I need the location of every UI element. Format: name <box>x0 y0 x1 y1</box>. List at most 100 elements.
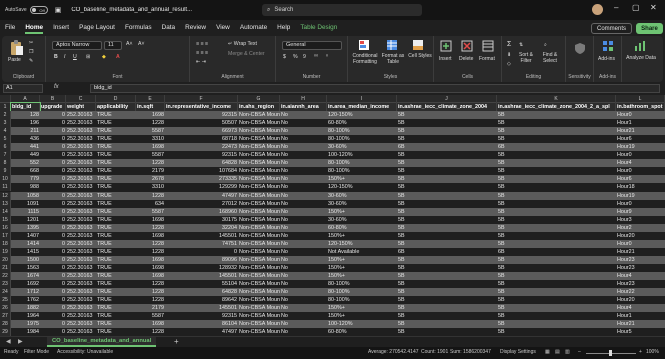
table-cell[interactable]: 120-150% <box>327 240 397 248</box>
table-cell[interactable]: 5B <box>397 127 497 135</box>
table-cell[interactable]: 441 <box>11 143 40 151</box>
column-title-cell[interactable]: in.ashrae_iecc_climate_zone_2004 <box>397 103 497 111</box>
table-cell[interactable]: 6B <box>497 248 616 256</box>
column-header[interactable]: K <box>497 95 616 103</box>
row-header[interactable]: 20 <box>0 255 11 264</box>
column-header[interactable]: C <box>66 95 96 103</box>
tab-home[interactable]: Home <box>20 20 48 36</box>
table-header-row[interactable]: 1 bldg_id upgrade weight applicability in.sqf… <box>0 102 665 112</box>
table-cell[interactable]: 252.30163 <box>66 296 96 304</box>
table-cell[interactable]: 5B <box>397 328 497 336</box>
table-cell[interactable]: TRUE <box>96 167 136 175</box>
table-cell[interactable]: 5B <box>497 216 616 224</box>
table-cell[interactable]: 150%+ <box>327 175 397 183</box>
table-cell[interactable]: 100-120% <box>327 151 397 159</box>
table-row[interactable]: 14 1115 0 252.30163 TRUE 5587 168960 Non-CBSA M… <box>0 207 665 216</box>
table-cell[interactable]: 252.30163 <box>66 256 96 264</box>
table-cell[interactable]: 252.30163 <box>66 127 96 135</box>
table-cell[interactable]: 0 <box>40 208 66 216</box>
align-top-icon[interactable]: ≡ ≡ ≡ <box>196 41 208 47</box>
table-cell[interactable]: 1228 <box>136 192 165 200</box>
table-cell[interactable]: 0 <box>165 248 238 256</box>
column-title-cell[interactable]: in.representative_income <box>165 103 238 111</box>
table-cell[interactable]: 5B <box>497 240 616 248</box>
table-cell[interactable]: 80-100% <box>327 288 397 296</box>
table-cell[interactable]: Non-CBSA Moun <box>238 304 280 312</box>
page-break-view-icon[interactable]: ▥ <box>565 349 570 355</box>
tab-data[interactable]: Data <box>157 20 181 36</box>
table-cell[interactable]: Hour20 <box>616 232 665 240</box>
table-cell[interactable]: No <box>280 240 327 248</box>
table-cell[interactable]: 30-60% <box>327 216 397 224</box>
table-cell[interactable]: TRUE <box>96 208 136 216</box>
table-row[interactable]: 11 988 0 252.30163 TRUE 3310 129299 Non-CBSA Mo… <box>0 183 665 192</box>
table-row[interactable]: 25 1762 0 252.30163 TRUE 1228 89642 Non-CBSA Mo… <box>0 296 665 305</box>
maximize-icon[interactable]: ▢ <box>632 3 640 12</box>
table-cell[interactable]: 5B <box>497 159 616 167</box>
table-cell[interactable]: 1712 <box>11 288 40 296</box>
table-cell[interactable]: 1228 <box>136 296 165 304</box>
column-header[interactable]: E <box>136 95 165 103</box>
table-cell[interactable]: Non-CBSA Moun <box>238 240 280 248</box>
table-cell[interactable]: TRUE <box>96 304 136 312</box>
column-title-cell[interactable]: bldg_id <box>10 102 41 112</box>
fill-icon[interactable]: ⬇ <box>507 52 511 58</box>
table-cell[interactable]: No <box>280 224 327 232</box>
row-header[interactable]: 8 <box>0 159 11 168</box>
table-cell[interactable]: TRUE <box>96 111 136 119</box>
borders-icon[interactable]: ⊞ <box>86 54 90 60</box>
table-cell[interactable]: No <box>280 159 327 167</box>
table-cell[interactable]: Non-CBSA Moun <box>238 151 280 159</box>
table-cell[interactable]: 0 <box>40 224 66 232</box>
table-row[interactable]: 26 1882 0 252.30163 TRUE 2179 145501 Non-CBSA M… <box>0 304 665 313</box>
table-cell[interactable]: TRUE <box>96 296 136 304</box>
table-row[interactable]: 19 1415 0 252.30163 TRUE 1228 0 Non-CBSA Moun No… <box>0 247 665 256</box>
table-cell[interactable]: 5B <box>397 272 497 280</box>
table-cell[interactable]: 252.30163 <box>66 200 96 208</box>
table-cell[interactable]: 27012 <box>165 200 238 208</box>
table-cell[interactable]: 5B <box>497 264 616 272</box>
table-cell[interactable]: 5B <box>397 264 497 272</box>
table-cell[interactable]: 1964 <box>11 312 40 320</box>
table-cell[interactable]: Hour4 <box>616 304 665 312</box>
column-title-cell[interactable]: in.area_median_income <box>327 103 397 111</box>
row-header[interactable]: 18 <box>0 239 11 248</box>
table-cell[interactable]: 150%+ <box>327 272 397 280</box>
column-title-cell[interactable]: in.ahs_region <box>238 103 280 111</box>
table-cell[interactable]: 5B <box>497 256 616 264</box>
row-header[interactable]: 27 <box>0 312 11 321</box>
sheet-tab[interactable]: CO_baseline_metadata_and_annual <box>47 337 157 347</box>
autosave-toggle[interactable]: Off <box>29 6 48 14</box>
table-cell[interactable]: Non-CBSA Moun <box>238 127 280 135</box>
row-header[interactable]: 15 <box>0 215 11 224</box>
table-cell[interactable]: 145501 <box>165 272 238 280</box>
column-header[interactable]: H <box>280 95 327 103</box>
conditional-formatting-label[interactable]: Conditional Formatting <box>351 53 379 65</box>
table-cell[interactable]: No <box>280 320 327 328</box>
table-cell[interactable]: Non-CBSA Moun <box>238 183 280 191</box>
table-cell[interactable]: Hour1 <box>616 119 665 127</box>
table-cell[interactable]: Non-CBSA Moun <box>238 264 280 272</box>
tab-file[interactable]: File <box>0 20 20 36</box>
table-cell[interactable]: 252.30163 <box>66 208 96 216</box>
italic-button[interactable]: I <box>64 54 65 60</box>
table-cell[interactable]: 64828 <box>165 288 238 296</box>
table-cell[interactable]: 1698 <box>136 232 165 240</box>
table-row[interactable]: 6 441 0 252.30163 TRUE 1698 22473 Non-CBSA Moun… <box>0 143 665 152</box>
table-cell[interactable]: 92315 <box>165 312 238 320</box>
table-cell[interactable]: 5B <box>497 280 616 288</box>
table-cell[interactable]: 1201 <box>11 216 40 224</box>
table-cell[interactable]: 1228 <box>136 119 165 127</box>
table-cell[interactable]: No <box>280 151 327 159</box>
table-cell[interactable]: No <box>280 167 327 175</box>
tab-formulas[interactable]: Formulas <box>120 20 157 36</box>
analyze-data-icon[interactable] <box>634 40 646 52</box>
table-cell[interactable]: 1228 <box>136 288 165 296</box>
row-header[interactable]: 26 <box>0 304 11 313</box>
table-cell[interactable]: 100-120% <box>327 320 397 328</box>
format-cells-label[interactable]: Format <box>479 56 495 62</box>
table-cell[interactable]: No <box>280 135 327 143</box>
table-cell[interactable]: 5B <box>497 119 616 127</box>
table-cell[interactable]: TRUE <box>96 240 136 248</box>
column-header[interactable]: F <box>165 95 238 103</box>
